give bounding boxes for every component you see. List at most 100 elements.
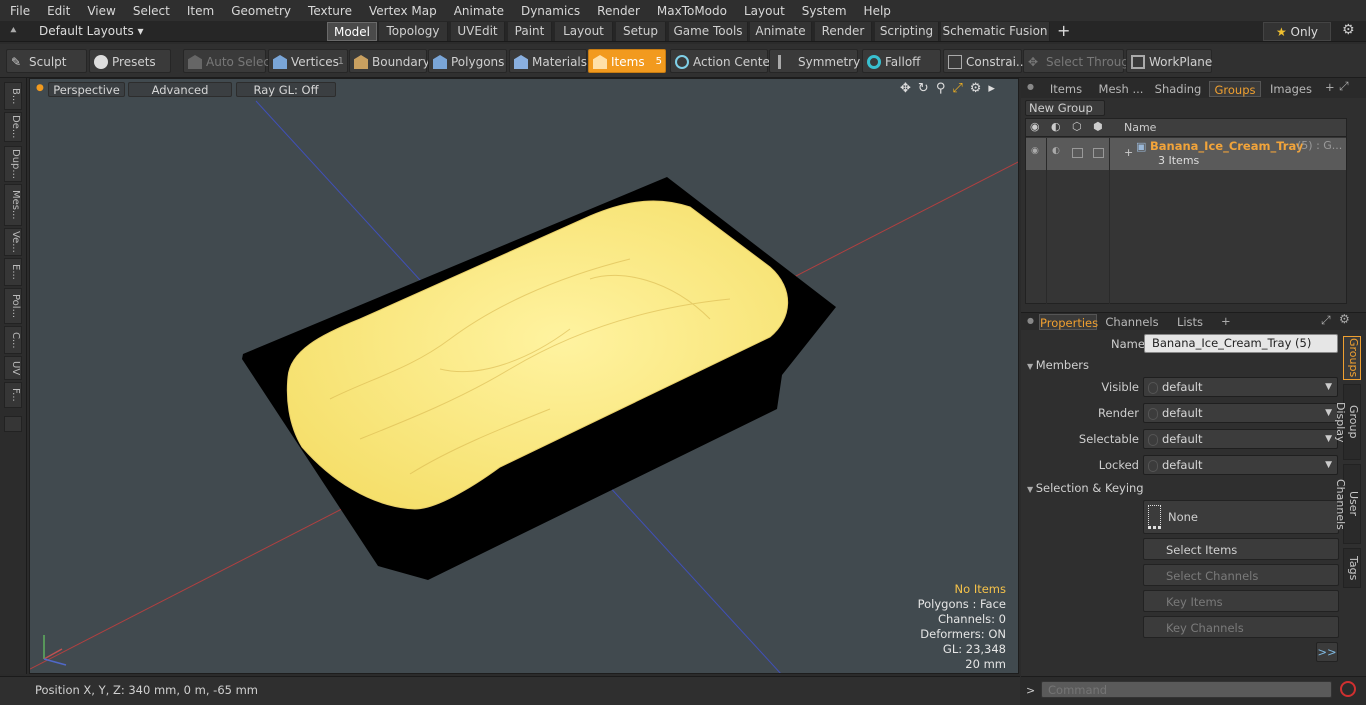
none-button[interactable]: None bbox=[1143, 500, 1339, 534]
left-tab[interactable]: Mes... bbox=[4, 184, 22, 226]
side-tab[interactable]: Group Display bbox=[1334, 384, 1361, 460]
falloff-button[interactable]: Falloff bbox=[862, 49, 941, 73]
only-toggle[interactable]: ★ Only bbox=[1263, 22, 1331, 41]
view-play-icon[interactable]: ▸ bbox=[988, 81, 1002, 96]
raygl-button[interactable]: Ray GL: Off bbox=[236, 82, 336, 97]
panel-expand-icon[interactable]: ⤢ bbox=[1339, 79, 1349, 94]
menu-item[interactable]: Select bbox=[123, 4, 177, 18]
record-macro-icon[interactable] bbox=[1340, 681, 1356, 697]
menu-item[interactable]: View bbox=[77, 4, 122, 18]
props-settings-icon[interactable]: ⚙ bbox=[1339, 312, 1350, 326]
items-button[interactable]: Items 5 bbox=[588, 49, 666, 73]
menu-item[interactable]: File bbox=[0, 4, 37, 18]
key-channels-button[interactable]: Key Channels bbox=[1143, 616, 1339, 638]
left-tab[interactable]: UV bbox=[4, 356, 22, 380]
props-tab[interactable]: Channels bbox=[1103, 314, 1161, 330]
menu-item[interactable]: Vertex Map bbox=[359, 4, 444, 18]
settings-gear-icon[interactable]: ⚙ bbox=[1342, 22, 1355, 38]
left-tab[interactable]: Dup... bbox=[4, 146, 22, 182]
zoom-view-icon[interactable]: ⚲ bbox=[936, 81, 953, 96]
props-tab[interactable]: Properties bbox=[1039, 314, 1098, 330]
more-button[interactable]: >> bbox=[1316, 642, 1338, 662]
constraints-button[interactable]: Constrai... bbox=[943, 49, 1027, 73]
menu-item[interactable]: Layout bbox=[734, 4, 792, 18]
symmetry-button[interactable]: Symmetry bbox=[769, 49, 860, 73]
row-eye-icon[interactable]: ◉ bbox=[1031, 146, 1039, 156]
fit-view-icon[interactable]: ⤢ bbox=[952, 81, 969, 96]
advanced-button[interactable]: Advanced bbox=[128, 82, 232, 97]
menu-item[interactable]: Dynamics bbox=[511, 4, 587, 18]
layout-tab[interactable]: Model bbox=[327, 22, 377, 41]
props-tab[interactable]: Lists bbox=[1167, 314, 1213, 330]
layout-tab[interactable]: Render bbox=[815, 22, 872, 41]
left-tab[interactable]: Ve... bbox=[4, 228, 22, 256]
auto-select-button[interactable]: Auto Select bbox=[183, 49, 275, 73]
left-tab[interactable]: C... bbox=[4, 326, 22, 354]
lock-icon[interactable]: ⬡ bbox=[1072, 120, 1082, 133]
select-through-button[interactable]: ✥ Select Through bbox=[1023, 49, 1137, 73]
left-tab[interactable]: Pol... bbox=[4, 288, 22, 324]
layout-tab[interactable]: Schematic Fusion bbox=[941, 22, 1050, 41]
panel-tab[interactable]: Shading bbox=[1153, 81, 1203, 97]
selection-keying-section[interactable]: ▼ Selection & Keying bbox=[1027, 480, 1339, 497]
materials-button[interactable]: Materials bbox=[509, 49, 587, 73]
vertices-button[interactable]: Vertices 1 bbox=[268, 49, 348, 73]
menu-item[interactable]: Edit bbox=[37, 4, 77, 18]
left-tab[interactable]: E... bbox=[4, 258, 22, 286]
side-tab[interactable]: User Channels bbox=[1334, 464, 1361, 544]
left-tab[interactable]: F... bbox=[4, 382, 22, 408]
perspective-button[interactable]: Perspective bbox=[48, 82, 125, 97]
property-dropdown[interactable]: default ▼ bbox=[1143, 403, 1338, 423]
left-tab[interactable]: De... bbox=[4, 112, 22, 142]
menu-item[interactable]: Texture bbox=[298, 4, 359, 18]
boundary-button[interactable]: Boundary bbox=[349, 49, 430, 73]
layout-tab[interactable]: Paint bbox=[508, 22, 552, 41]
menu-item[interactable]: MaxToModo bbox=[647, 4, 734, 18]
left-tab[interactable]: B... bbox=[4, 82, 22, 110]
layout-tab[interactable]: Animate bbox=[750, 22, 812, 41]
rotate-view-icon[interactable]: ↻ bbox=[918, 81, 936, 96]
property-dropdown[interactable]: default ▼ bbox=[1143, 455, 1338, 475]
layout-pin-icon[interactable]: ⯅ bbox=[9, 24, 18, 38]
layout-tab[interactable]: Layout bbox=[555, 22, 613, 41]
layout-tab[interactable]: Topology bbox=[379, 22, 448, 41]
view-settings-icon[interactable]: ⚙ bbox=[970, 81, 989, 96]
menu-item[interactable]: Help bbox=[854, 4, 898, 18]
add-tab-icon[interactable]: + bbox=[1057, 21, 1070, 40]
layout-selector[interactable]: Default Layouts ▾ bbox=[39, 24, 144, 38]
menu-item[interactable]: System bbox=[792, 4, 854, 18]
property-dropdown[interactable]: default ▼ bbox=[1143, 377, 1338, 397]
sculpt-button[interactable]: ✎ Sculpt bbox=[6, 49, 87, 73]
side-tab[interactable]: Tags bbox=[1343, 548, 1361, 588]
menu-item[interactable]: Render bbox=[587, 4, 647, 18]
3d-viewport[interactable]: ● Perspective Advanced Ray GL: Off ✥↻⚲⤢⚙… bbox=[29, 78, 1019, 674]
workplane-button[interactable]: WorkPlane bbox=[1126, 49, 1212, 73]
new-group-button[interactable]: New Group bbox=[1025, 100, 1105, 116]
menu-item[interactable]: Item bbox=[177, 4, 221, 18]
props-expand-icon[interactable]: ⤢ bbox=[1321, 313, 1331, 328]
members-section[interactable]: ▼ Members bbox=[1027, 357, 1339, 374]
key-items-button[interactable]: Key Items bbox=[1143, 590, 1339, 612]
layout-tab[interactable]: Scripting bbox=[875, 22, 939, 41]
viewport-options-dot[interactable]: ● bbox=[36, 83, 44, 93]
polygons-button[interactable]: Polygons bbox=[428, 49, 507, 73]
render-icon[interactable]: ◐ bbox=[1051, 120, 1061, 133]
select-items-button[interactable]: Select Items bbox=[1143, 538, 1339, 560]
select-icon[interactable]: ⬢ bbox=[1093, 120, 1103, 133]
panel-tab[interactable]: Images bbox=[1265, 81, 1317, 97]
visibility-eye-icon[interactable]: ◉ bbox=[1030, 120, 1040, 133]
select-channels-button[interactable]: Select Channels bbox=[1143, 564, 1339, 586]
left-tab-collapse[interactable] bbox=[4, 416, 22, 432]
name-field[interactable]: Banana_Ice_Cream_Tray (5) bbox=[1144, 334, 1338, 353]
layout-tab[interactable]: Game Tools bbox=[669, 22, 748, 41]
presets-button[interactable]: Presets bbox=[89, 49, 171, 73]
layout-tab[interactable]: UVEdit bbox=[451, 22, 505, 41]
property-dropdown[interactable]: default ▼ bbox=[1143, 429, 1338, 449]
move-view-icon[interactable]: ✥ bbox=[900, 81, 918, 96]
panel-tab[interactable]: Items bbox=[1042, 81, 1090, 97]
panel-tab[interactable]: Groups bbox=[1209, 81, 1261, 97]
menu-item[interactable]: Animate bbox=[444, 4, 511, 18]
expand-plus-icon[interactable]: + bbox=[1124, 146, 1133, 159]
add-props-tab-icon[interactable]: + bbox=[1221, 314, 1231, 328]
side-tab[interactable]: Groups bbox=[1343, 336, 1361, 380]
